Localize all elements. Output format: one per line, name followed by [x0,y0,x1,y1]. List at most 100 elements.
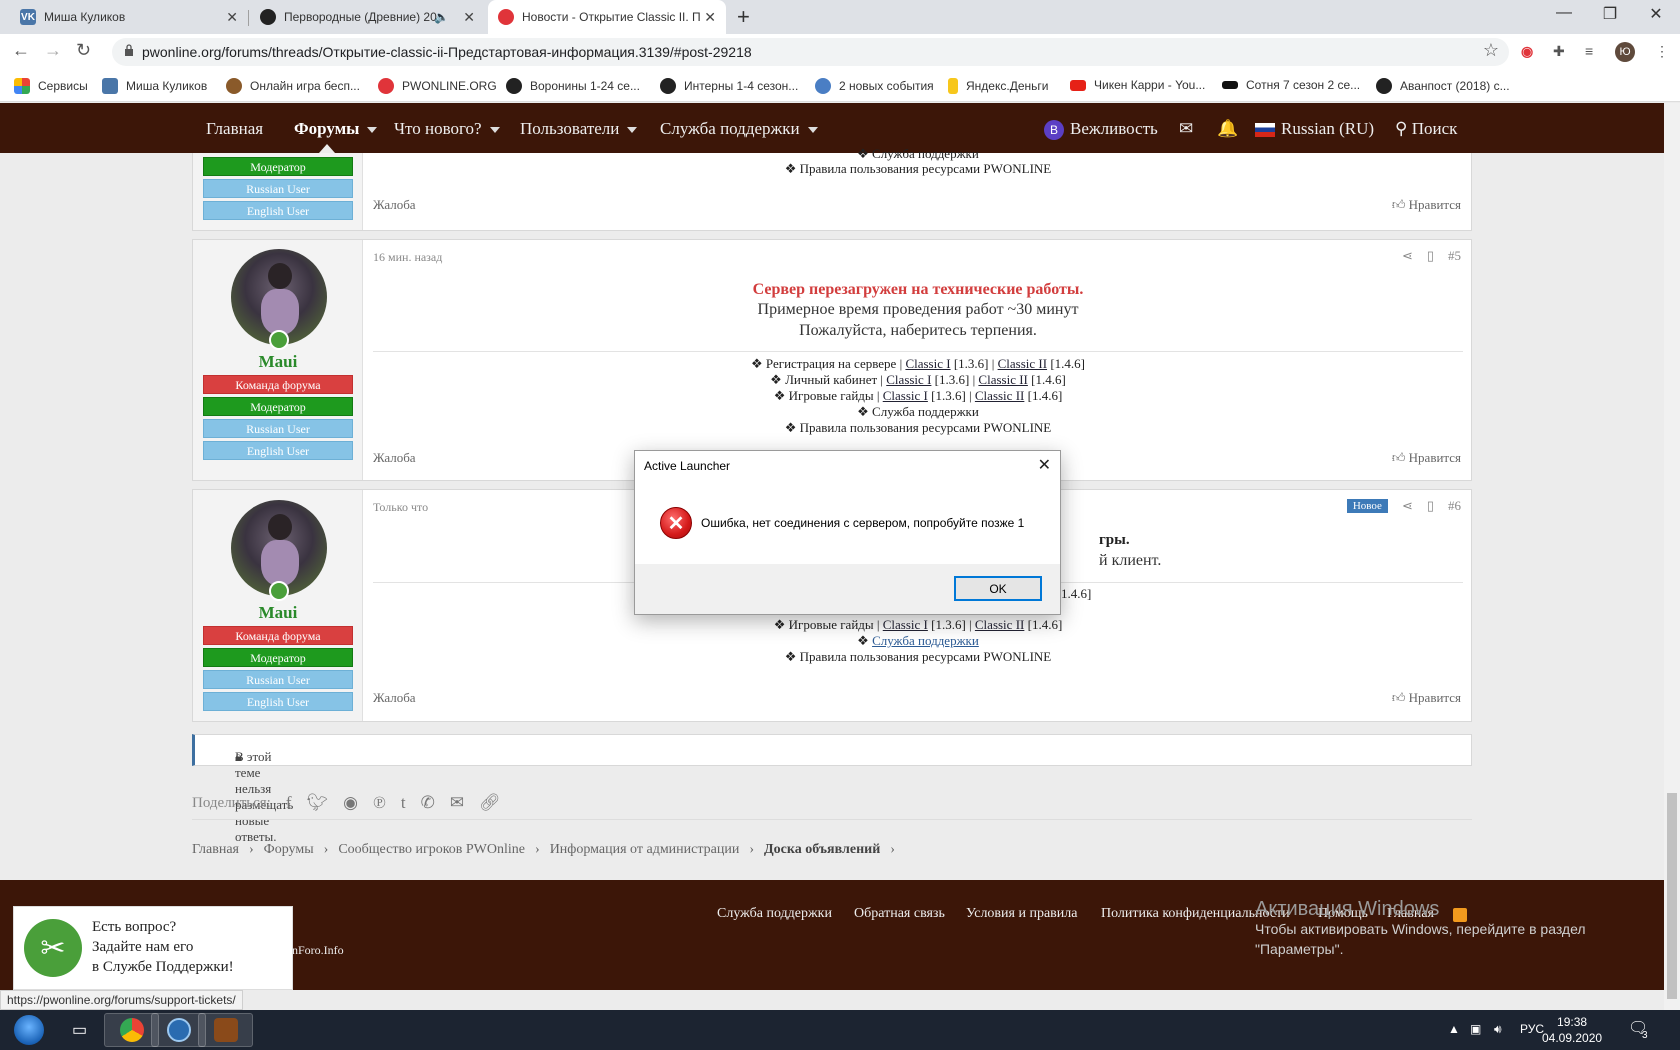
link-classic-1[interactable]: Classic I [886,372,931,387]
link-classic-2[interactable]: Classic II [998,356,1047,371]
bookmark-star-icon[interactable]: ☆ [1483,40,1499,61]
back-arrow-icon[interactable]: ← [12,40,30,61]
tab-series[interactable]: Первородные (Древние) 20 🔈 ✕ [250,0,485,34]
post-number[interactable]: #5 [1448,248,1461,264]
footer-link-terms[interactable]: Условия и правила [966,906,1077,922]
input-language[interactable]: РУС [1520,1022,1544,1036]
like-button[interactable]: 👍︎ Нравится [1392,197,1461,213]
bookmark-events[interactable]: 2 новых события [815,78,934,94]
inbox-icon[interactable]: ✉ [1179,119,1193,139]
russian-flag-icon [1255,123,1275,138]
share-icon[interactable]: ⋖ [1402,498,1413,514]
link-icon[interactable]: 🔗︎ [479,793,501,813]
bookmark-icon[interactable]: ▯ [1427,498,1434,514]
reddit-icon[interactable]: ◉ [343,793,358,813]
reload-icon[interactable]: ↻ [76,40,91,61]
new-tab-button[interactable]: + [737,4,750,30]
start-button[interactable] [6,1013,52,1047]
page-scrollbar[interactable] [1664,103,1680,1010]
task-view-button[interactable]: ▭ [52,1013,107,1047]
close-icon[interactable]: ✕ [1038,455,1051,475]
link-classic-1[interactable]: Classic I [883,388,928,403]
bookmark-interny[interactable]: Интерны 1-4 сезон... [660,78,798,94]
report-link[interactable]: Жалоба [373,690,416,706]
bookmark-icon[interactable]: ▯ [1427,248,1434,264]
twitter-icon[interactable]: 🐦︎ [307,793,329,813]
close-icon[interactable]: ✕ [463,9,475,26]
nav-search[interactable]: ⚲ Поиск [1395,119,1457,139]
volume-icon[interactable]: 🔊︎ [1494,1022,1502,1037]
post-time[interactable]: Только что [373,500,428,515]
profile-avatar[interactable]: Ю [1615,42,1635,62]
breadcrumb-community[interactable]: Сообщество игроков PWOnline [338,842,525,858]
clock[interactable]: 19:38 04.09.2020 [1542,1014,1602,1046]
tumblr-icon[interactable]: t [401,793,406,813]
link-classic-1[interactable]: Classic I [905,356,950,371]
bookmark-pwonline[interactable]: PWONLINE.ORG [378,78,497,94]
support-link[interactable]: Служба поддержки [872,633,979,648]
bookmark-youtube[interactable]: Чикен Карри - You... [1070,78,1205,92]
window-close-button[interactable]: ✕ [1633,4,1679,24]
breadcrumb-forums[interactable]: Форумы [264,842,314,858]
nav-forums[interactable]: Форумы [294,119,378,139]
taskbar-game[interactable] [198,1013,253,1047]
chevron-up-icon[interactable]: ▲ [1448,1022,1460,1036]
opera-extension-icon[interactable]: ◉ [1521,43,1533,60]
footer-link-feedback[interactable]: Обратная связь [854,906,945,922]
author-name[interactable]: Maui [193,603,363,623]
like-button[interactable]: 👍︎ Нравится [1392,690,1461,706]
tab-news-active[interactable]: Новости - Открытие Classic II. П ✕ [488,0,726,34]
menu-dots-icon[interactable]: ⋮ [1655,43,1669,60]
maximize-button[interactable]: ❐ [1587,4,1633,24]
speaker-icon[interactable]: 🔈 [434,10,449,24]
post-number[interactable]: #6 [1448,498,1461,514]
network-icon[interactable]: ▣ [1470,1022,1481,1036]
omnibox[interactable]: pwonline.org/forums/threads/Открытие-cla… [112,38,1509,66]
like-button[interactable]: 👍︎ Нравится [1392,450,1461,466]
share-icon[interactable]: ⋖ [1402,248,1413,264]
bookmark-services[interactable]: Сервисы [14,78,88,94]
scrollbar-thumb[interactable] [1667,793,1677,999]
bookmark-sotnya[interactable]: Сотня 7 сезон 2 се... [1222,78,1360,92]
nav-home[interactable]: Главная [206,119,263,139]
status-url: https://pwonline.org/forums/support-tick… [0,990,243,1010]
support-widget[interactable]: ✂ Есть вопрос? Задайте нам его в Службе … [13,906,293,990]
footer-link-support[interactable]: Служба поддержки [717,906,832,922]
nav-language[interactable]: Russian (RU) [1255,119,1374,139]
minimize-button[interactable]: — [1541,4,1587,22]
nav-whats-new[interactable]: Что нового? [394,119,500,139]
link-classic-2[interactable]: Classic II [975,617,1024,632]
bookmark-yandex-money[interactable]: Яндекс.Деньги [948,78,1048,94]
breadcrumb-announcements[interactable]: Доска объявлений [764,842,880,858]
nav-user-account[interactable]: В Вежливость [1044,119,1158,141]
bookmark-voroniny[interactable]: Воронины 1-24 се... [506,78,640,94]
breadcrumb-admin-info[interactable]: Информация от администрации [550,842,740,858]
nav-users[interactable]: Пользователи [520,119,638,139]
breadcrumb-home[interactable]: Главная [192,842,239,858]
link-classic-2[interactable]: Classic II [975,388,1024,403]
pinterest-icon[interactable]: ℗ [373,793,386,813]
forward-arrow-icon[interactable]: → [44,40,62,61]
email-icon[interactable]: ✉ [450,793,464,813]
whatsapp-icon[interactable]: ✆ [421,793,435,813]
bookmark-online-game[interactable]: Онлайн игра бесп... [226,78,360,94]
link-classic-1[interactable]: Classic I [883,617,928,632]
report-link[interactable]: Жалоба [373,450,416,466]
footer-credit[interactable]: nForo.Info [292,943,344,958]
tab-vk[interactable]: VK Миша Куликов ✕ [10,0,248,34]
badge-english-user: English User [203,201,353,220]
post-time[interactable]: 16 мин. назад [373,250,442,265]
report-link[interactable]: Жалоба [373,197,416,213]
bookmark-avanpost[interactable]: Аванпост (2018) с... [1376,78,1510,94]
bookmark-vk[interactable]: Миша Куликов [102,78,207,94]
facebook-icon[interactable]: f [286,793,292,813]
bell-icon[interactable]: 🔔 [1217,119,1238,139]
puzzle-extension-icon[interactable]: ✚ [1553,43,1565,60]
link-classic-2[interactable]: Classic II [978,372,1027,387]
media-icon[interactable]: ≡ [1585,43,1593,59]
author-name[interactable]: Maui [193,352,363,372]
nav-support[interactable]: Служба поддержки [660,119,818,139]
close-icon[interactable]: ✕ [226,9,238,26]
ok-button[interactable]: OK [954,576,1042,601]
close-icon[interactable]: ✕ [704,9,716,26]
